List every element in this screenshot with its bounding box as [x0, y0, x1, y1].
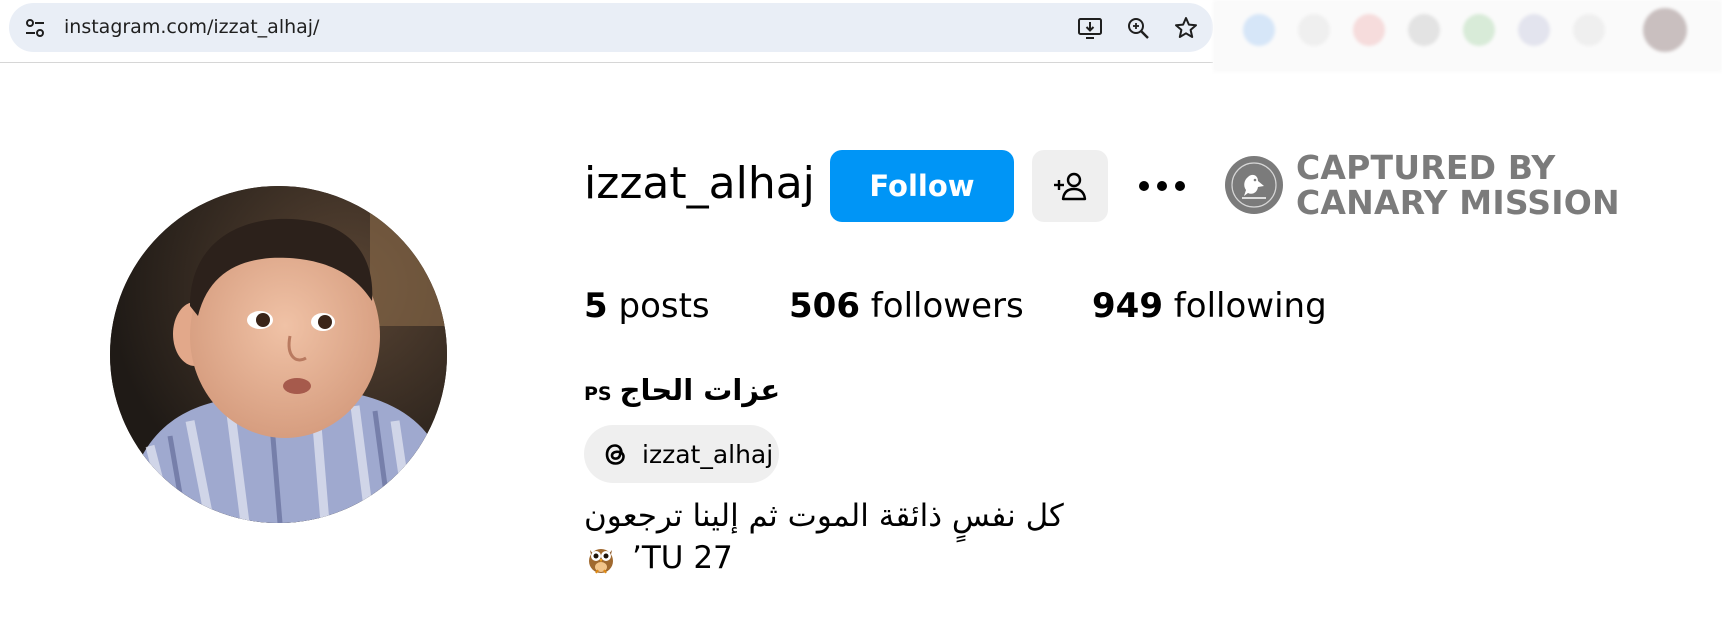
profile-photo [110, 186, 447, 523]
following-count: 949 [1092, 286, 1163, 326]
canary-bird-logo-icon [1225, 156, 1283, 214]
bio-text-line1: كل نفسٍ ذائقة الموت ثم إلينا ترجعون [584, 498, 1064, 534]
extension-icon [1298, 14, 1330, 46]
full-name-text: عزات الحاج [619, 373, 781, 407]
watermark-line2: CANARY MISSION [1296, 183, 1620, 222]
suggested-users-button[interactable] [1032, 150, 1108, 222]
following-stat[interactable]: 949 following [1092, 286, 1327, 326]
posts-label: posts [618, 286, 710, 326]
extension-icon [1573, 14, 1605, 46]
extension-icon [1243, 14, 1275, 46]
extension-icon [1408, 14, 1440, 46]
watermark-text: CAPTURED BY CANARY MISSION [1296, 150, 1620, 220]
more-horizontal-icon [1139, 181, 1185, 191]
page: instagram.com/izzat_alhaj/ izzat_alhaj F… [0, 0, 1722, 630]
profile-username: izzat_alhaj [584, 158, 815, 209]
followers-count: 506 [789, 286, 860, 326]
watermark-line1: CAPTURED BY [1296, 148, 1556, 187]
owl-emoji-icon [589, 549, 613, 574]
follow-button[interactable]: Follow [830, 150, 1014, 222]
more-options-button[interactable] [1134, 166, 1190, 206]
add-person-icon [1054, 172, 1087, 201]
address-bar[interactable]: instagram.com/izzat_alhaj/ [9, 3, 1213, 52]
toolbar-divider [0, 62, 1213, 63]
bookmark-star-icon[interactable] [1173, 15, 1199, 41]
install-app-icon[interactable] [1077, 15, 1103, 41]
blurred-extensions-area [1213, 0, 1722, 72]
extension-icon [1518, 14, 1550, 46]
threads-icon [605, 444, 625, 465]
address-bar-actions [1077, 15, 1199, 41]
posts-stat[interactable]: 5 posts [584, 286, 710, 326]
profile-avatar [1643, 8, 1687, 52]
tune-icon[interactable] [23, 16, 47, 40]
extension-icon [1353, 14, 1385, 46]
name-suffix: PS [584, 383, 612, 405]
extension-icon [1463, 14, 1495, 46]
url-text[interactable]: instagram.com/izzat_alhaj/ [64, 16, 319, 38]
threads-link[interactable]: izzat_alhaj [584, 425, 779, 483]
followers-label: followers [870, 286, 1024, 326]
following-label: following [1173, 286, 1327, 326]
threads-handle: izzat_alhaj [642, 439, 774, 469]
posts-count: 5 [584, 286, 608, 326]
canary-mission-watermark: CAPTURED BY CANARY MISSION [1224, 150, 1620, 220]
profile-full-name: PS عزات الحاج [584, 373, 780, 407]
bio-text-line2: ’TU 27 [584, 540, 733, 576]
profile-avatar[interactable] [110, 186, 447, 523]
zoom-icon[interactable] [1125, 15, 1151, 41]
bio-line2-text: ’TU 27 [632, 540, 733, 576]
followers-stat[interactable]: 506 followers [789, 286, 1024, 326]
